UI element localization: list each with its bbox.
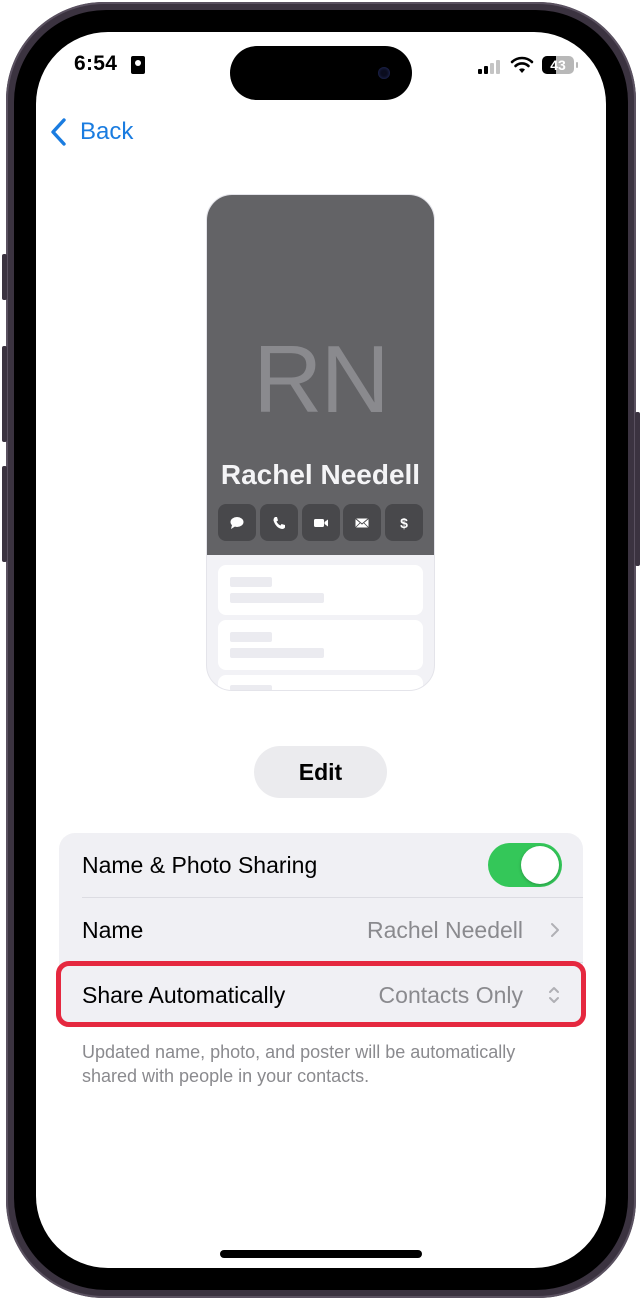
placeholder-line <box>230 577 272 587</box>
edit-button[interactable]: Edit <box>254 746 387 798</box>
dollar-icon: $ <box>400 515 408 531</box>
battery-icon: 43 <box>542 56 574 74</box>
contact-card-status-icon <box>131 56 145 74</box>
poster-header: RN Rachel Needell $ <box>207 195 434 555</box>
poster-action-call <box>259 504 298 541</box>
poster-placeholder-card <box>218 565 423 615</box>
toggle-knob <box>521 846 559 884</box>
chevron-right-icon <box>551 923 559 937</box>
poster-action-pay: $ <box>385 504 423 541</box>
row-label: Name <box>82 916 144 943</box>
signal-bar <box>496 60 500 74</box>
placeholder-line <box>230 685 272 690</box>
placeholder-line <box>230 648 324 658</box>
poster-monogram: RN <box>253 326 390 433</box>
row-label: Name & Photo Sharing <box>82 851 318 878</box>
chevron-up-down-icon <box>549 987 559 1003</box>
home-indicator[interactable] <box>220 1250 422 1258</box>
svg-text:$: $ <box>400 515 408 531</box>
camera-icon <box>378 67 390 79</box>
signal-bar <box>484 66 488 74</box>
poster-action-row: $ <box>218 504 423 541</box>
cellular-signal-icon <box>478 60 502 74</box>
mail-icon <box>355 517 370 528</box>
row-label: Share Automatically <box>82 981 286 1008</box>
placeholder-line <box>230 593 324 603</box>
poster-placeholder-card <box>218 675 423 690</box>
settings-group: Name & Photo Sharing Name Rachel Needell… <box>59 833 583 1027</box>
message-icon <box>230 516 244 529</box>
row-value: Rachel Needell <box>367 916 523 943</box>
placeholder-line <box>230 632 272 642</box>
name-photo-sharing-toggle[interactable] <box>488 843 562 887</box>
poster-name: Rachel Needell <box>220 459 421 490</box>
poster-placeholder-card <box>218 620 423 670</box>
power-button <box>635 412 640 566</box>
status-time: 6:54 <box>74 52 118 75</box>
chevron-left-icon <box>51 118 66 146</box>
volume-up-button <box>2 346 7 442</box>
wifi-icon <box>510 56 534 73</box>
battery-percent: 43 <box>550 57 566 73</box>
row-value: Contacts Only <box>378 981 523 1008</box>
settings-row-name[interactable]: Name Rachel Needell <box>59 898 583 962</box>
battery-tip <box>576 62 578 68</box>
phone-icon <box>273 516 285 529</box>
dynamic-island <box>230 46 412 100</box>
screen: 6:54 43 Back RN Rachel Needell $ Edit Na… <box>36 32 606 1268</box>
settings-row-share-automatically[interactable]: Share Automatically Contacts Only <box>59 963 583 1027</box>
contact-poster-preview[interactable]: RN Rachel Needell $ <box>206 194 435 691</box>
signal-bar <box>490 63 494 74</box>
back-label: Back <box>80 118 134 145</box>
poster-action-mail <box>343 504 382 541</box>
settings-row-name-photo-sharing: Name & Photo Sharing <box>59 833 583 897</box>
signal-bar <box>478 69 482 74</box>
volume-down-button <box>2 466 7 562</box>
back-button[interactable]: Back <box>48 114 133 150</box>
video-icon <box>313 518 328 527</box>
settings-footer-note: Updated name, photo, and poster will be … <box>82 1042 516 1086</box>
poster-action-message <box>218 504 256 541</box>
poster-action-video <box>301 504 340 541</box>
action-button <box>2 254 7 300</box>
